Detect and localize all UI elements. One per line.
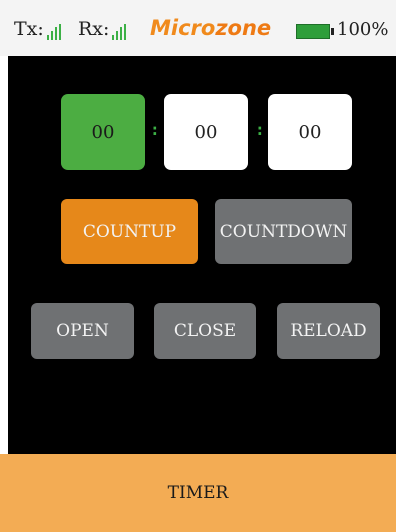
timer-screen: 00 : 00 : 00 COUNTUP COUNTDOWN OPEN CLOS…	[8, 56, 396, 454]
brand-logo: Microzone	[150, 16, 272, 40]
countdown-button[interactable]: COUNTDOWN	[215, 199, 352, 264]
status-bar: Tx: Rx: Microzone 100%	[0, 0, 396, 56]
tx-signal-icon	[46, 24, 63, 40]
rx-label: Rx:	[78, 18, 110, 40]
page-title: TIMER	[167, 483, 229, 503]
hours-field[interactable]: 00	[61, 94, 145, 170]
tx-indicator: Tx:	[14, 18, 63, 40]
rx-indicator: Rx:	[78, 18, 128, 40]
minutes-field[interactable]: 00	[164, 94, 248, 170]
seconds-field[interactable]: 00	[268, 94, 352, 170]
battery-percent: 100%	[337, 19, 389, 40]
countup-button[interactable]: COUNTUP	[61, 199, 198, 264]
reload-button[interactable]: RELOAD	[277, 303, 380, 359]
open-button[interactable]: OPEN	[31, 303, 134, 359]
rx-signal-icon	[112, 24, 128, 40]
footer-title-bar: TIMER	[0, 454, 396, 532]
time-separator: :	[255, 120, 265, 139]
tx-label: Tx:	[14, 18, 44, 40]
battery-icon	[296, 24, 334, 39]
close-button[interactable]: CLOSE	[154, 303, 256, 359]
time-separator: :	[150, 120, 160, 139]
